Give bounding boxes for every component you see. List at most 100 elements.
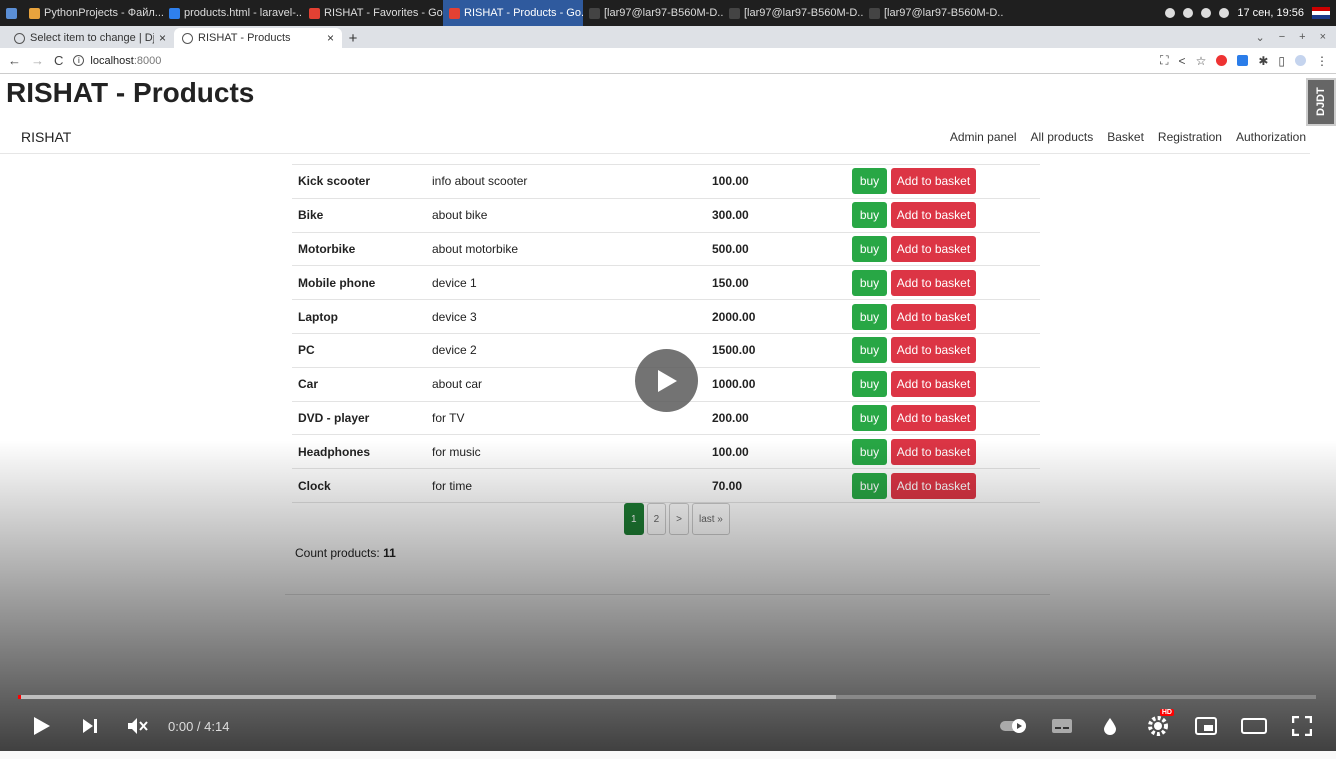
add-to-basket-button[interactable]: Add to basket <box>891 438 976 465</box>
product-name: Laptop <box>298 309 338 324</box>
page-2-button[interactable]: 2 <box>646 503 667 535</box>
volume-icon[interactable] <box>1219 8 1230 18</box>
mute-button[interactable] <box>114 705 162 747</box>
add-to-basket-button[interactable]: Add to basket <box>891 303 976 330</box>
buy-button[interactable]: buy <box>852 472 887 499</box>
nav-admin-panel[interactable]: Admin panel <box>950 130 1017 144</box>
info-icon[interactable]: i <box>73 55 85 66</box>
buy-button[interactable]: buy <box>852 168 887 195</box>
page-title: RISHAT - Products <box>6 77 255 108</box>
buy-button[interactable]: buy <box>852 269 887 296</box>
video-player[interactable]: PythonProjects - Файл... products.html - … <box>0 0 1336 751</box>
product-price: 70.00 <box>712 478 743 493</box>
profile-icon[interactable] <box>1295 55 1306 66</box>
buy-button[interactable]: buy <box>852 438 887 465</box>
divider <box>285 594 1050 595</box>
maximize-icon[interactable]: + <box>1299 31 1305 43</box>
next-page-button[interactable]: > <box>669 503 689 535</box>
buy-button[interactable]: buy <box>852 202 887 229</box>
taskbar-item[interactable]: RISHAT - Favorites - Go... <box>303 0 443 26</box>
tab-products[interactable]: RISHAT - Products × <box>174 28 342 48</box>
nav-all-products[interactable]: All products <box>1031 130 1094 144</box>
taskbar-item[interactable]: PythonProjects - Файл... <box>23 0 163 26</box>
chevron-down-icon[interactable]: ⌄ <box>1255 31 1264 44</box>
address-bar: ← → C i localhost:8000 ⛶ < ☆ ✱ ▯ ⋮ <box>0 48 1336 74</box>
add-to-basket-button[interactable]: Add to basket <box>891 337 976 364</box>
add-to-basket-button[interactable]: Add to basket <box>891 404 976 431</box>
drop-icon <box>1104 718 1116 735</box>
add-to-basket-button[interactable]: Add to basket <box>891 269 976 296</box>
extension-icon[interactable] <box>1237 55 1249 66</box>
page-1-button[interactable]: 1 <box>624 503 644 535</box>
play-button[interactable] <box>18 705 66 747</box>
product-description: for time <box>432 478 473 493</box>
buy-button[interactable]: buy <box>852 404 887 431</box>
ambient-button[interactable] <box>1086 705 1134 747</box>
brand-link[interactable]: RISHAT <box>21 129 71 145</box>
new-tab-button[interactable]: + <box>342 28 364 48</box>
tab-admin[interactable]: Select item to change | Dj... × <box>6 28 174 48</box>
wifi-icon[interactable] <box>1165 8 1176 18</box>
add-to-basket-button[interactable]: Add to basket <box>891 235 976 262</box>
next-button[interactable] <box>66 705 114 747</box>
taskbar-item[interactable]: RISHAT - Products - Go... <box>443 0 583 26</box>
buy-button[interactable]: buy <box>852 337 887 364</box>
sidepanel-icon[interactable]: ▯ <box>1278 54 1285 68</box>
clock[interactable]: 17 сен, 19:56 <box>1237 7 1304 19</box>
taskbar-item[interactable]: [lar97@lar97-B560M-D... <box>863 0 1003 26</box>
table-row: Headphones for music 100.00 buy Add to baske… <box>292 435 1040 470</box>
progress-bar[interactable] <box>18 695 1316 699</box>
buy-button[interactable]: buy <box>852 235 887 262</box>
start-menu-button[interactable] <box>0 0 23 26</box>
url-port: :8000 <box>133 54 162 67</box>
kebab-menu-icon[interactable]: ⋮ <box>1316 54 1328 68</box>
product-name: PC <box>298 343 315 358</box>
buy-button[interactable]: buy <box>852 371 887 398</box>
taskbar-item[interactable]: products.html - laravel-... <box>163 0 303 26</box>
miniplayer-button[interactable] <box>1182 705 1230 747</box>
opera-extension-icon[interactable] <box>1216 55 1228 66</box>
keyboard-layout-flag-icon[interactable] <box>1312 7 1330 19</box>
app-icon <box>449 7 460 19</box>
subtitles-icon <box>1052 719 1072 733</box>
tab-title: Select item to change | Dj... <box>30 32 154 44</box>
close-window-icon[interactable]: × <box>1320 31 1326 43</box>
taskbar-item[interactable]: [lar97@lar97-B560M-D... <box>723 0 863 26</box>
product-name: Kick scooter <box>298 174 371 189</box>
settings-button[interactable]: HD <box>1134 705 1182 747</box>
buy-button[interactable]: buy <box>852 303 887 330</box>
url-input[interactable]: i localhost:8000 <box>73 51 1150 71</box>
subtitles-button[interactable] <box>1038 705 1086 747</box>
nav-registration[interactable]: Registration <box>1158 130 1222 144</box>
minimize-icon[interactable]: − <box>1279 31 1285 43</box>
reload-icon[interactable]: C <box>54 53 63 68</box>
back-icon[interactable]: ← <box>8 53 21 68</box>
share-icon[interactable]: < <box>1179 54 1186 68</box>
notification-icon[interactable] <box>1183 8 1194 18</box>
add-to-basket-button[interactable]: Add to basket <box>891 472 976 499</box>
big-play-button[interactable] <box>635 349 698 412</box>
add-to-basket-button[interactable]: Add to basket <box>891 371 976 398</box>
system-tray: 17 сен, 19:56 <box>1165 7 1336 19</box>
product-name: Car <box>298 377 319 392</box>
last-page-button[interactable]: last » <box>691 503 730 535</box>
product-description: about motorbike <box>432 241 519 256</box>
skip-next-icon <box>83 719 97 733</box>
autoplay-toggle[interactable] <box>990 705 1038 747</box>
add-to-basket-button[interactable]: Add to basket <box>891 202 976 229</box>
fullscreen-button[interactable] <box>1278 705 1326 747</box>
djdt-toolbar-handle[interactable]: DJDT <box>1306 78 1336 126</box>
browser-tab-bar: Select item to change | Dj... × RISHAT -… <box>0 26 1336 48</box>
translate-icon[interactable]: ⛶ <box>1160 53 1168 68</box>
nav-authorization[interactable]: Authorization <box>1236 130 1306 144</box>
nav-basket[interactable]: Basket <box>1107 130 1144 144</box>
puzzle-icon[interactable]: ✱ <box>1258 54 1268 68</box>
forward-icon[interactable]: → <box>31 53 44 68</box>
add-to-basket-button[interactable]: Add to basket <box>891 168 976 195</box>
close-icon[interactable]: × <box>159 31 166 45</box>
theater-mode-button[interactable] <box>1230 705 1278 747</box>
battery-icon[interactable] <box>1201 8 1212 18</box>
star-icon[interactable]: ☆ <box>1196 54 1207 68</box>
taskbar-item[interactable]: [lar97@lar97-B560M-D... <box>583 0 723 26</box>
close-icon[interactable]: × <box>327 31 334 45</box>
